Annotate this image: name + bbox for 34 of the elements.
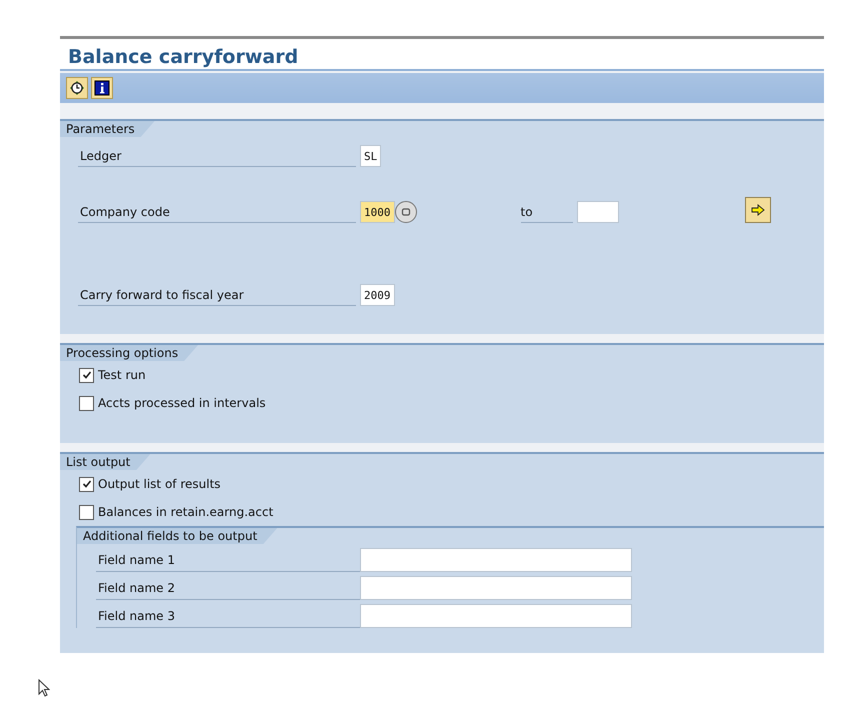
checkmark-icon	[82, 370, 92, 380]
clock-icon[interactable]	[66, 77, 88, 99]
window-icon	[400, 206, 412, 218]
group-title: Parameters	[60, 121, 155, 137]
checkbox[interactable]	[79, 396, 94, 410]
checkbox[interactable]	[79, 476, 94, 492]
search-help-button[interactable]	[394, 201, 416, 223]
group-title: List output	[60, 454, 150, 470]
field-label: Ledger	[78, 149, 356, 167]
checkbox-label: Accts processed in intervals	[98, 396, 266, 410]
group-title: Processing options	[60, 345, 198, 361]
checkbox-label: Test run	[98, 368, 146, 382]
info-icon[interactable]	[91, 77, 113, 99]
checkbox[interactable]	[79, 504, 94, 520]
field-label: Field name 2	[96, 581, 360, 600]
checkmark-icon	[82, 479, 92, 489]
checkbox-label: Balances in retain.earng.acct	[98, 505, 274, 519]
field-label: Company code	[78, 205, 356, 223]
mouse-pointer-icon	[38, 679, 50, 697]
checkbox-label: Output list of results	[98, 477, 221, 491]
input-field[interactable]	[576, 201, 618, 223]
input-field[interactable]	[360, 576, 632, 600]
to-label: to	[520, 205, 572, 223]
field-label: Field name 1	[96, 553, 360, 572]
field-label: Field name 3	[96, 609, 360, 628]
input-field[interactable]: 2009	[360, 284, 394, 306]
input-field[interactable]: 1000	[360, 201, 394, 223]
group-title: Additional fields to be output	[77, 528, 278, 544]
input-field[interactable]	[360, 548, 632, 572]
screen-title: Balance carryforward	[60, 39, 824, 71]
checkbox[interactable]	[79, 368, 94, 382]
field-label: Carry forward to fiscal year	[78, 288, 356, 306]
input-field[interactable]	[360, 604, 632, 628]
input-field[interactable]: SL	[360, 145, 382, 167]
